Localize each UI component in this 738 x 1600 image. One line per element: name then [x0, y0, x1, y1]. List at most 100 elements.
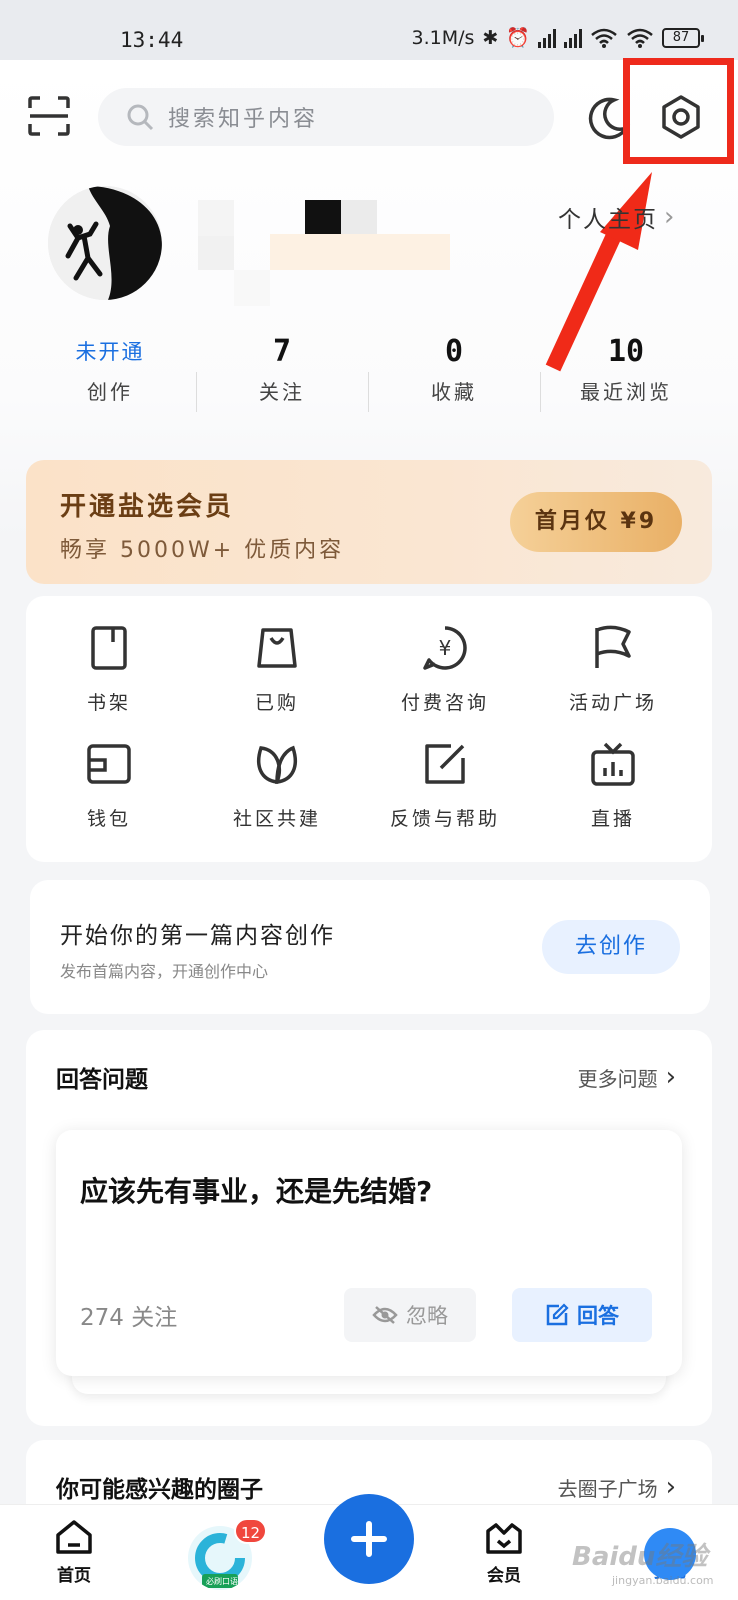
- signal-icon: [538, 28, 556, 48]
- grid-item-wallet[interactable]: 钱包: [44, 740, 174, 831]
- vip-subtitle: 畅享 5000W+ 优质内容: [60, 538, 345, 563]
- wallet-icon: [87, 744, 131, 784]
- flag-icon: [595, 625, 631, 668]
- tab-label: 首页: [57, 1566, 91, 1586]
- stat-recent[interactable]: 10 最近浏览: [566, 332, 686, 405]
- stat-label: 最近浏览: [580, 380, 672, 404]
- status-bar: 13:44 3.1M/s ✱ ⏰ 87: [0, 0, 738, 60]
- answer-button[interactable]: 回答: [512, 1288, 652, 1342]
- grid-item-feedback[interactable]: 反馈与帮助: [380, 740, 510, 831]
- grid-label: 直播: [590, 808, 635, 830]
- divider: [196, 372, 197, 412]
- wifi-icon-2: [627, 28, 653, 48]
- wifi-icon: [591, 28, 617, 48]
- stat-label: 关注: [259, 380, 305, 404]
- grid-label: 已购: [254, 692, 299, 714]
- grid-label: 社区共建: [232, 808, 321, 830]
- censored-name-block: [198, 236, 234, 270]
- climber-avatar-image: [48, 186, 162, 300]
- divider: [540, 372, 541, 412]
- notification-badge: 12: [234, 1518, 268, 1544]
- edit-icon: [546, 1303, 569, 1326]
- more-label: 去圈子广场: [557, 1476, 658, 1501]
- grid-label: 书架: [86, 692, 131, 714]
- status-time: 13:44: [120, 28, 184, 52]
- question-card[interactable]: 应该先有事业，还是先结婚? 274 关注 忽略 回答: [56, 1130, 682, 1376]
- circle-plaza-link[interactable]: 去圈子广场 ›: [558, 1472, 676, 1502]
- grid-label: 钱包: [86, 808, 131, 830]
- more-label: 更多问题: [577, 1066, 658, 1091]
- homepage-link[interactable]: 个人主页 ›: [558, 200, 676, 234]
- bookshelf-icon: [91, 626, 127, 670]
- alarm-icon: ⏰: [506, 27, 530, 49]
- divider: [368, 372, 369, 412]
- battery-icon: 87: [662, 27, 704, 48]
- bluetooth-icon: ✱: [482, 26, 499, 49]
- more-questions-link[interactable]: 更多问题 ›: [578, 1062, 676, 1092]
- signal-icon-2: [564, 28, 582, 48]
- vip-crown-icon: [486, 1523, 522, 1554]
- stat-label: 创作: [87, 380, 133, 404]
- create-subtitle: 发布首篇内容，开通创作中心: [60, 962, 269, 981]
- censored-name-block: [198, 200, 234, 236]
- stat-following[interactable]: 7 关注: [222, 332, 342, 405]
- stat-value: 未开通: [75, 340, 145, 364]
- question-followers: 274 关注: [80, 1305, 178, 1331]
- tab-vip[interactable]: 会员: [464, 1519, 544, 1586]
- tab-label: 会员: [487, 1566, 521, 1586]
- stat-value: 10: [607, 334, 645, 369]
- grid-item-bookshelf[interactable]: 书架: [44, 624, 174, 715]
- ignore-button[interactable]: 忽略: [344, 1288, 476, 1342]
- search-bar[interactable]: 搜索知乎内容: [98, 88, 554, 146]
- home-icon: [56, 1520, 92, 1554]
- section-heading: 回答问题: [56, 1067, 148, 1093]
- feature-grid: 书架 已购 ¥ 付费咨询 活动广场 钱包 社区共建 反馈与帮助 直播: [26, 596, 712, 862]
- go-create-button[interactable]: 去创作: [542, 920, 680, 974]
- stat-value: 0: [444, 334, 464, 369]
- avatar[interactable]: [48, 186, 162, 300]
- stat-creation[interactable]: 未开通 创作: [50, 332, 170, 405]
- question-title[interactable]: 应该先有事业，还是先结婚?: [80, 1170, 432, 1210]
- scan-icon[interactable]: [28, 96, 70, 136]
- paid-consult-icon: ¥: [423, 626, 467, 670]
- create-plus-button[interactable]: [324, 1494, 414, 1584]
- answer-questions-section: 回答问题 更多问题 › 应该先有事业，还是先结婚? 274 关注 忽略 回答: [26, 1030, 712, 1426]
- grid-label: 反馈与帮助: [389, 808, 500, 830]
- grid-item-live[interactable]: 直播: [548, 740, 678, 831]
- grid-item-paid-consult[interactable]: ¥ 付费咨询: [380, 624, 510, 715]
- stat-favorites[interactable]: 0 收藏: [394, 332, 514, 405]
- plus-icon: [351, 1521, 387, 1557]
- live-tv-icon: [591, 742, 635, 786]
- settings-highlight-box: [623, 58, 734, 164]
- grid-item-purchased[interactable]: 已购: [212, 624, 342, 715]
- community-icon: [256, 745, 298, 784]
- grid-item-community[interactable]: 社区共建: [212, 740, 342, 831]
- search-placeholder: 搜索知乎内容: [168, 107, 319, 132]
- section-heading: 你可能感兴趣的圈子: [56, 1477, 263, 1503]
- vip-title: 开通盐选会员: [60, 492, 235, 522]
- vip-subscribe-button[interactable]: 首月仅 ¥9: [510, 492, 682, 552]
- chevron-right-icon: ›: [665, 1062, 676, 1092]
- ring-caption: 必刷口语: [206, 1577, 238, 1586]
- censored-name-block: [234, 270, 270, 306]
- create-title: 开始你的第一篇内容创作: [60, 923, 335, 949]
- watermark-url: jingyan.baidu.com: [612, 1574, 714, 1587]
- watermark: Baidu经验: [572, 1542, 708, 1572]
- stat-value: 7: [272, 334, 292, 369]
- tab-home[interactable]: 首页: [34, 1519, 114, 1586]
- status-icons: 3.1M/s ✱ ⏰ 87: [411, 26, 704, 49]
- grid-item-activity[interactable]: 活动广场: [548, 624, 678, 715]
- ignore-label: 忽略: [406, 1304, 448, 1328]
- feedback-icon: [425, 744, 465, 784]
- create-content-card: 开始你的第一篇内容创作 发布首篇内容，开通创作中心 去创作: [30, 880, 710, 1014]
- shopping-bag-icon: [257, 628, 297, 668]
- stat-label: 收藏: [431, 380, 477, 404]
- network-speed: 3.1M/s: [411, 26, 475, 49]
- answer-label: 回答: [577, 1304, 619, 1328]
- grid-label: 活动广场: [568, 692, 657, 714]
- vip-banner[interactable]: 开通盐选会员 畅享 5000W+ 优质内容 首月仅 ¥9: [26, 460, 712, 584]
- censored-name-block: [305, 200, 341, 236]
- censored-name-block: [341, 200, 377, 236]
- svg-text:¥: ¥: [439, 636, 452, 660]
- censored-name-block: [270, 234, 450, 270]
